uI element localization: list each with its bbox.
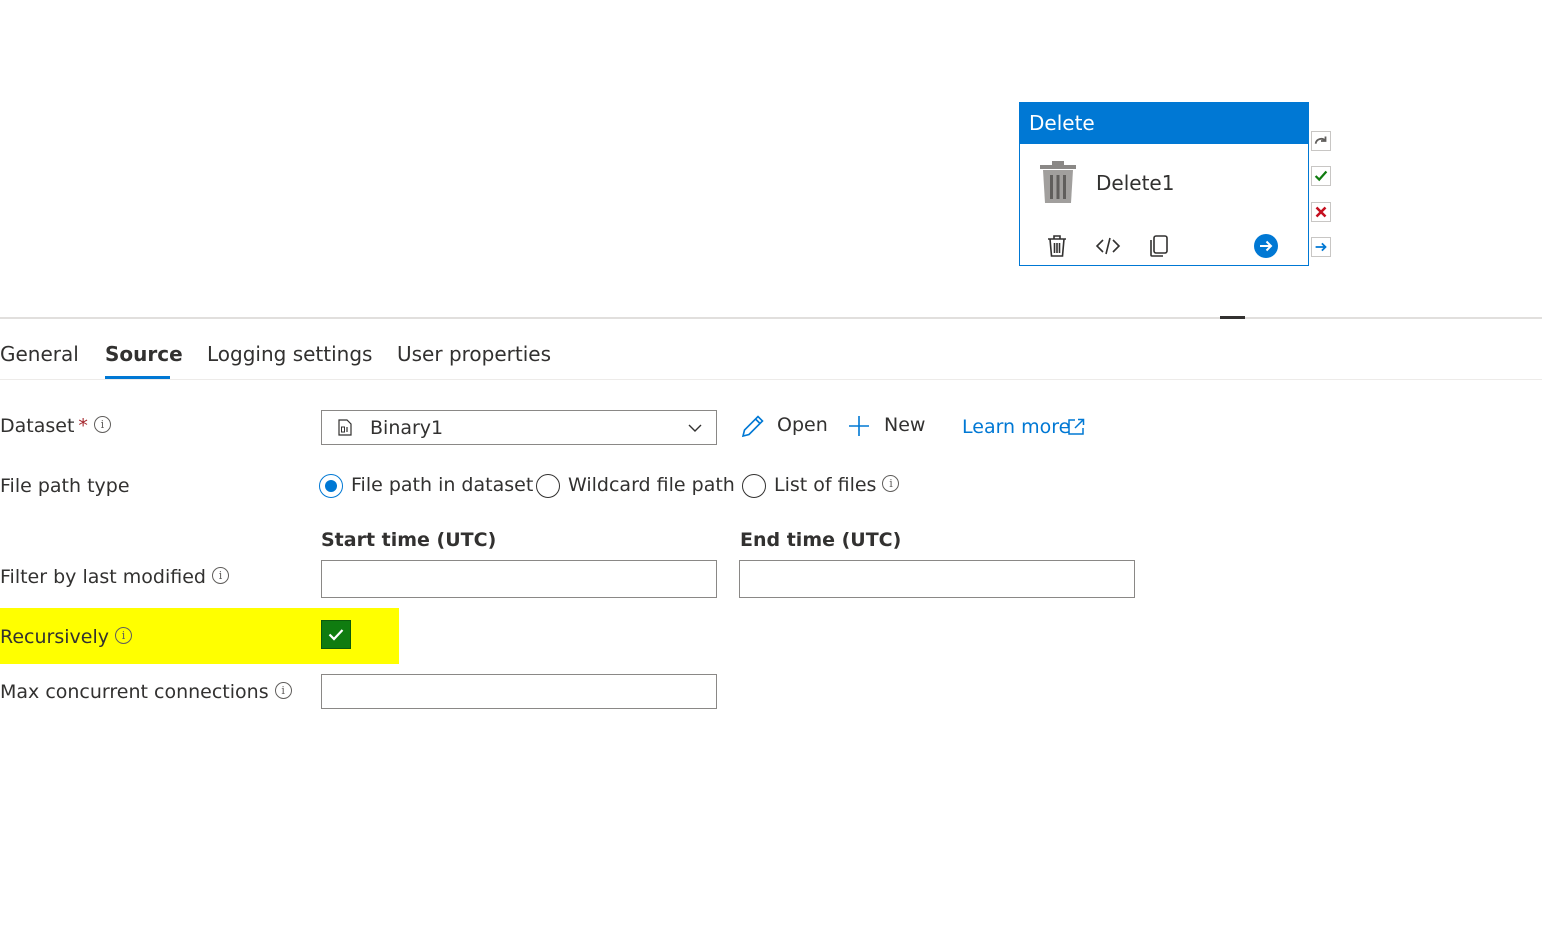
new-label: New	[884, 414, 926, 436]
arrow-right-icon[interactable]	[1311, 237, 1331, 257]
panel-resize-handle[interactable]	[1220, 316, 1245, 319]
panel-divider	[0, 317, 1542, 319]
plus-icon	[849, 416, 869, 436]
pencil-icon	[741, 415, 764, 438]
learn-more-label: Learn more	[962, 416, 1071, 438]
arrow-circle-right-icon[interactable]	[1253, 233, 1279, 259]
copy-icon[interactable]	[1146, 233, 1172, 259]
check-icon[interactable]	[1311, 166, 1331, 186]
activity-name: Delete1	[1096, 171, 1175, 195]
recursively-checkbox[interactable]	[321, 620, 351, 649]
tab-general[interactable]: General	[0, 342, 79, 366]
binary-file-icon	[338, 419, 352, 436]
radio-label-file-path-in-dataset: File path in dataset	[351, 474, 534, 496]
radio-list-of-files[interactable]	[742, 474, 766, 498]
max-connections-label: Max concurrent connections i	[0, 681, 292, 703]
tab-user-properties[interactable]: User properties	[397, 342, 551, 366]
chevron-down-icon	[688, 424, 702, 432]
external-link-icon	[1068, 418, 1085, 435]
info-icon[interactable]: i	[114, 627, 132, 644]
filter-last-modified-label: Filter by last modified i	[0, 566, 229, 588]
dataset-label: Dataset * i	[0, 415, 111, 437]
radio-wildcard-file-path[interactable]	[536, 474, 560, 498]
end-time-label: End time (UTC)	[740, 529, 902, 551]
dataset-value: Binary1	[370, 417, 444, 439]
end-time-input[interactable]	[739, 560, 1135, 598]
info-icon[interactable]: i	[882, 475, 900, 492]
max-connections-input[interactable]	[321, 674, 717, 709]
recursively-label: Recursively i	[0, 626, 132, 648]
radio-label-list-of-files: List of files i	[774, 474, 900, 496]
checkmark-icon	[328, 629, 344, 641]
info-icon[interactable]: i	[93, 416, 111, 433]
radio-file-path-in-dataset[interactable]	[319, 474, 343, 498]
learn-more-link[interactable]: Learn more	[962, 416, 1085, 438]
activity-header: Delete	[1020, 103, 1308, 144]
radio-label-wildcard-file-path: Wildcard file path	[568, 474, 735, 496]
info-icon[interactable]: i	[211, 567, 229, 584]
code-icon[interactable]	[1095, 233, 1121, 259]
file-path-type-label: File path type	[0, 475, 130, 497]
redo-icon[interactable]	[1311, 131, 1331, 151]
required-marker: *	[78, 415, 88, 437]
tabs-divider	[0, 379, 1542, 380]
open-label: Open	[777, 414, 828, 436]
delete-activity-icon	[1040, 161, 1076, 203]
start-time-input[interactable]	[321, 560, 717, 598]
info-icon[interactable]: i	[274, 682, 292, 699]
dataset-select[interactable]: Binary1	[321, 410, 717, 445]
delete-activity-card[interactable]: Delete Delete1	[1019, 102, 1309, 266]
tab-source[interactable]: Source	[105, 342, 183, 366]
trash-icon[interactable]	[1044, 233, 1070, 259]
close-icon[interactable]	[1311, 202, 1331, 222]
tab-logging-settings[interactable]: Logging settings	[207, 342, 372, 366]
start-time-label: Start time (UTC)	[321, 529, 497, 551]
